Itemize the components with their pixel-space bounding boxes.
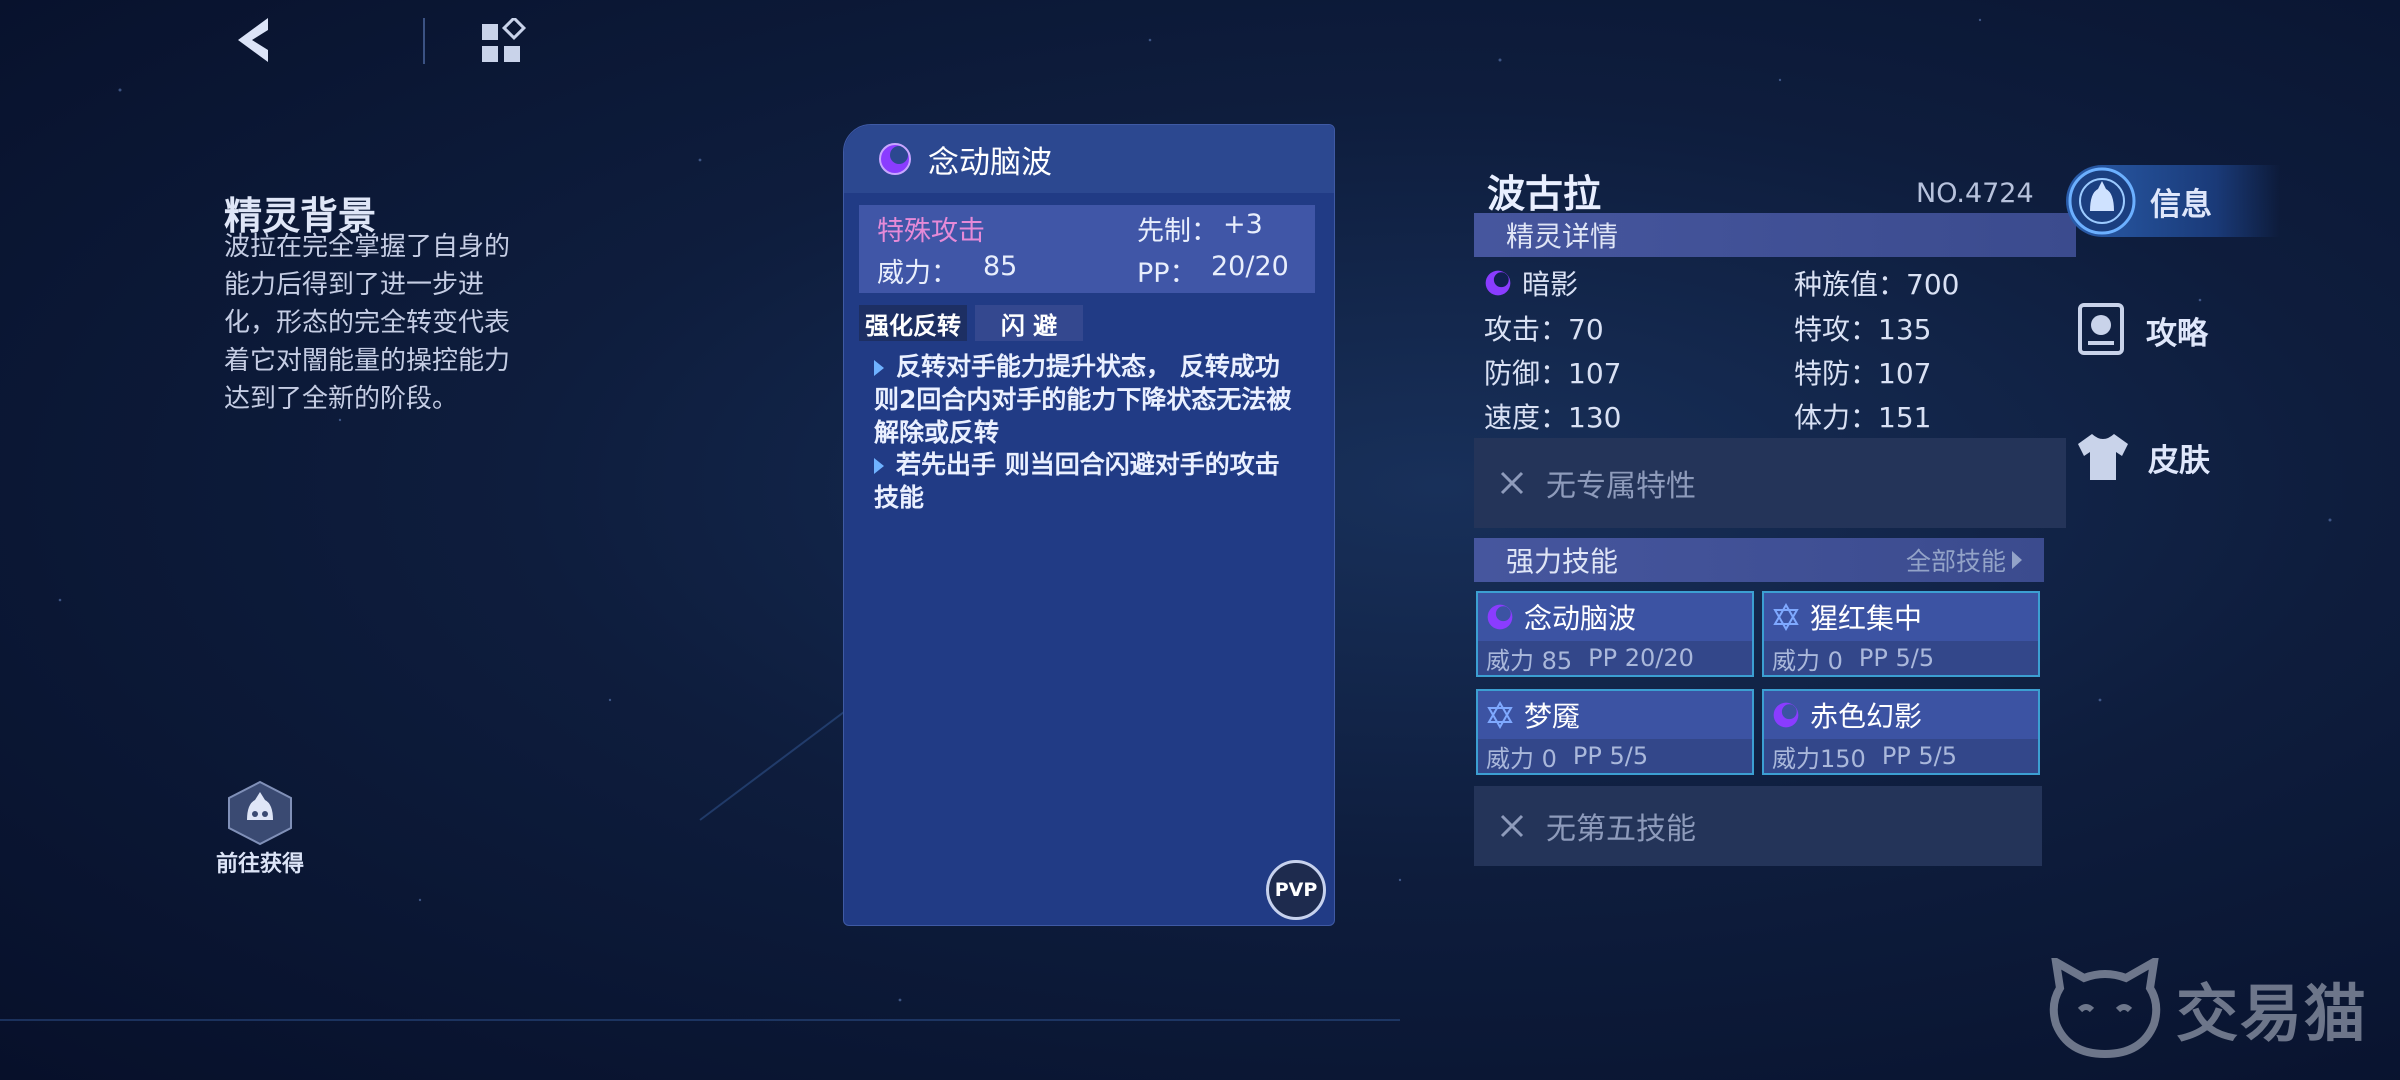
star-hexagram-icon <box>1487 701 1513 729</box>
sp-attack-stat: 特攻：135 <box>1794 313 1932 346</box>
tab-info[interactable]: 信息 <box>2066 165 2280 237</box>
skill-pp-label: PP： <box>1137 258 1197 289</box>
all-skills-link[interactable]: 全部技能 <box>1906 542 2024 578</box>
obtain-label: 前往获得 <box>215 852 304 877</box>
shirt-icon <box>2078 434 2128 480</box>
star-hexagram-icon <box>1773 603 1799 631</box>
attack-stat: 攻击：70 <box>1484 313 1604 346</box>
guide-book-icon <box>2078 303 2124 355</box>
defense-stat: 防御：107 <box>1484 357 1622 390</box>
pet-number: NO.4724 <box>1916 178 2034 209</box>
toolbar-divider <box>423 18 425 64</box>
skill-slot[interactable]: 念动脑波 威力 85 PP 20/20 <box>1476 591 1754 677</box>
shadow-type-icon <box>879 143 911 175</box>
skills-title: 强力技能 <box>1506 545 1619 578</box>
sp-defense-stat: 特防：107 <box>1794 357 1932 390</box>
skill-stats-box: 特殊攻击 先制： +3 威力： 85 PP： 20/20 <box>859 205 1315 293</box>
skill-pp: 20/20 <box>1211 251 1289 282</box>
pet-head-icon <box>228 780 292 846</box>
bullet-icon <box>874 458 884 474</box>
hp-stat: 体力：151 <box>1794 401 1932 434</box>
skill-detail-card: 念动脑波 特殊攻击 先制： +3 威力： 85 PP： 20/20 强化反转 闪… <box>843 124 1335 926</box>
shadow-type-icon <box>1487 604 1513 630</box>
tab-guide-label: 攻略 <box>2146 315 2208 352</box>
skill-tag: 强化反转 <box>859 305 967 341</box>
skill-slot[interactable]: 梦魇 威力 0 PP 5/5 <box>1476 689 1754 775</box>
pet-type: 暗影 <box>1484 263 1578 303</box>
cross-arrows-icon <box>1500 471 1524 495</box>
skill-priority-label: 先制： <box>1137 216 1218 247</box>
tab-skin[interactable]: 皮肤 <box>2074 422 2274 492</box>
skills-header: 强力技能 全部技能 <box>1474 538 2044 582</box>
pet-name: 波古拉 <box>1487 172 1602 216</box>
tab-info-label: 信息 <box>2150 186 2212 223</box>
pvp-toggle-button[interactable]: PVP <box>1266 860 1326 920</box>
watermark: 交易猫 <box>2046 958 2368 1058</box>
skill-power-label: 威力： <box>877 258 958 289</box>
trait-box: 无专属特性 <box>1474 438 2066 528</box>
base-total: 种族值：700 <box>1794 268 1960 301</box>
tab-guide[interactable]: 攻略 <box>2074 295 2274 365</box>
arrow-right-icon <box>2012 551 2022 569</box>
skill-slot[interactable]: 猩红集中 威力 0 PP 5/5 <box>1762 591 2040 677</box>
cat-logo-icon <box>2049 958 2161 1058</box>
shadow-type-icon <box>1773 702 1799 728</box>
bullet-icon <box>874 360 884 376</box>
skill-slot[interactable]: 赤色幻影 威力150 PP 5/5 <box>1762 689 2040 775</box>
skill-power: 85 <box>983 251 1018 282</box>
tab-skin-label: 皮肤 <box>2148 442 2210 479</box>
skill-card-header: 念动脑波 <box>844 125 1334 193</box>
back-icon[interactable] <box>228 14 280 70</box>
info-pet-icon <box>2068 167 2136 235</box>
grid-menu-icon[interactable] <box>478 18 528 68</box>
skill-category: 特殊攻击 <box>877 216 985 247</box>
skill-name: 念动脑波 <box>928 144 1052 181</box>
skill-priority: +3 <box>1223 209 1263 240</box>
fifth-skill-box: 无第五技能 <box>1474 786 2042 866</box>
cross-arrows-icon <box>1500 814 1524 838</box>
speed-stat: 速度：130 <box>1484 401 1622 434</box>
details-header: 精灵详情 <box>1474 213 2076 257</box>
skill-effect-1: 反转对手能力提升状态， 反转成功 则2回合内对手的能力下降状态无法被解除或反转 <box>874 352 1292 447</box>
background-text: 波拉在完全掌握了自身的能力后得到了进一步进化，形态的完全转变代表着它对闇能量的操… <box>224 232 511 414</box>
shadow-type-icon <box>1485 270 1511 296</box>
obtain-button[interactable]: 前往获得 <box>210 780 310 878</box>
skill-effect-2: 若先出手 则当回合闪避对手的攻击技能 <box>874 450 1280 512</box>
skill-tag: 闪 避 <box>975 305 1083 341</box>
